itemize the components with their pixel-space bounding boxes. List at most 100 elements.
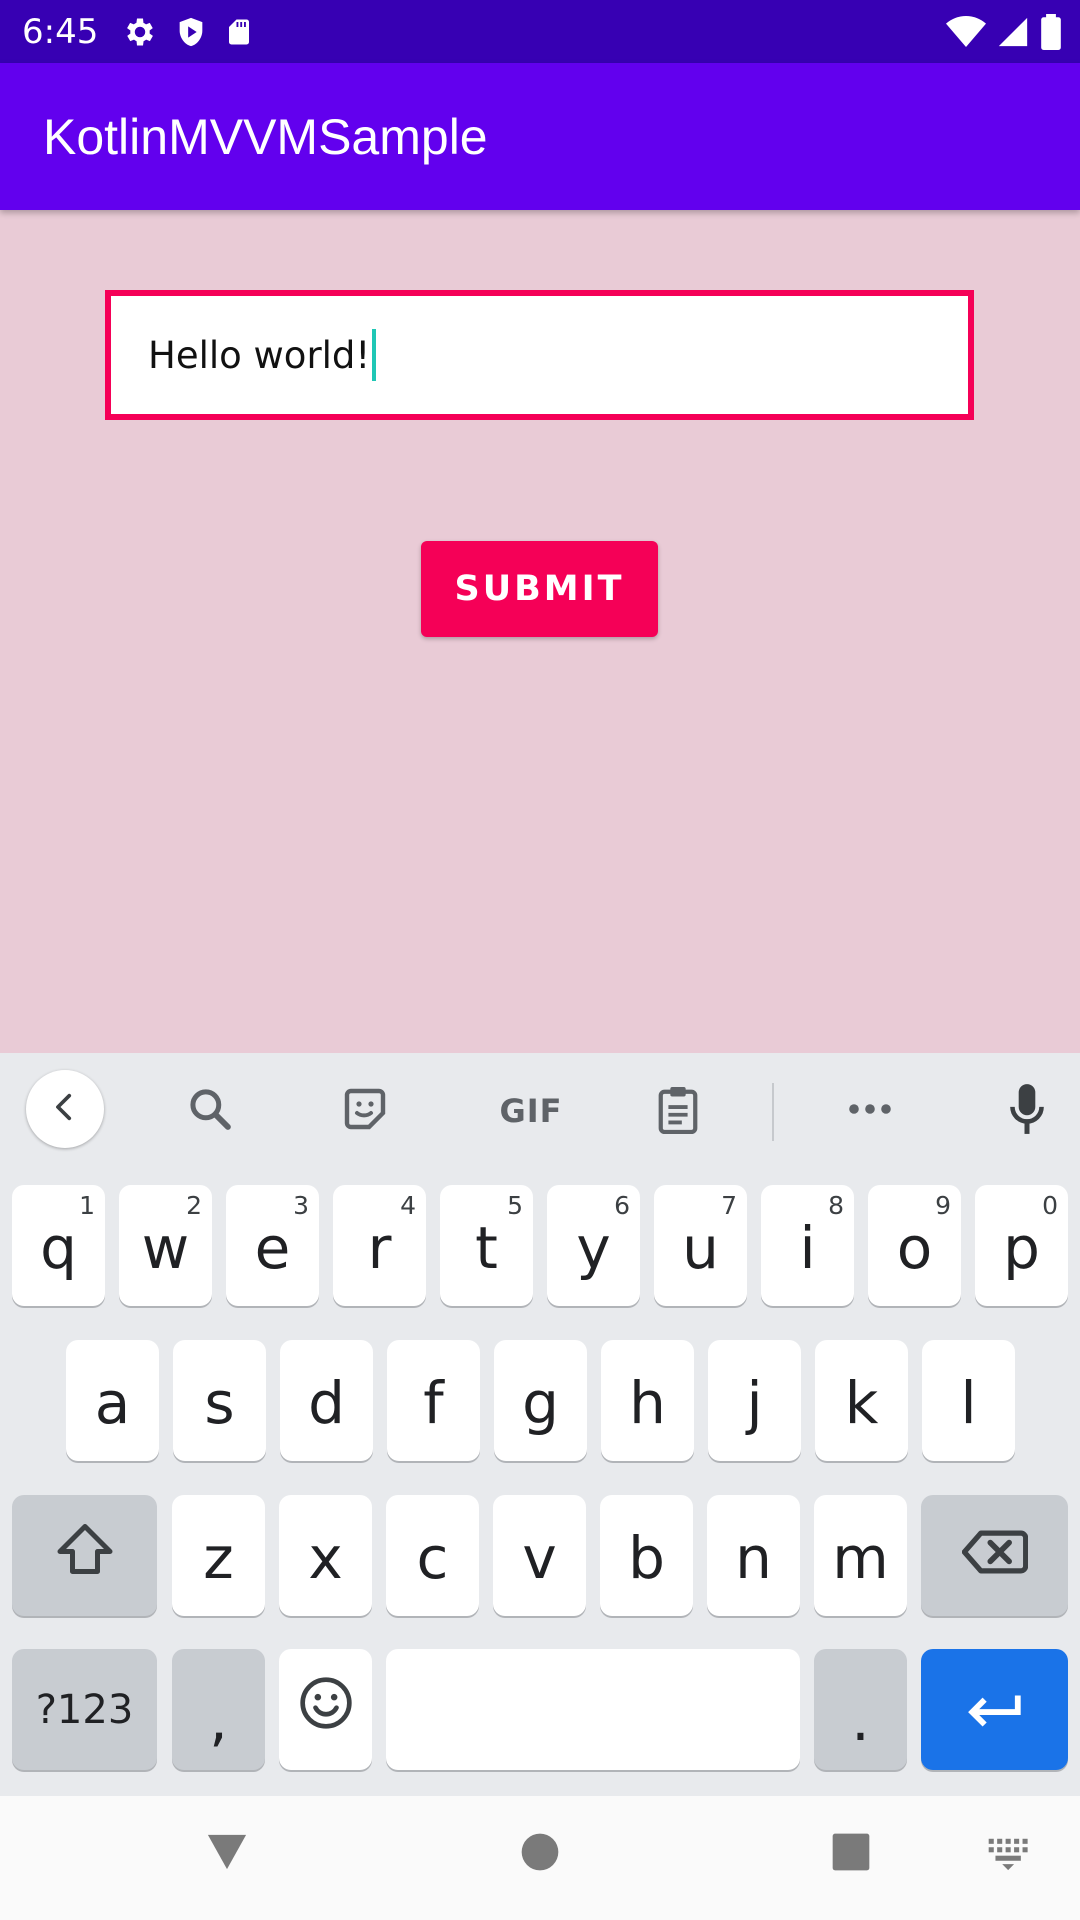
key-n[interactable]: n (707, 1495, 800, 1616)
key-letter: m (832, 1523, 889, 1592)
key-q[interactable]: q1 (12, 1185, 105, 1306)
keyboard-switch-button[interactable] (976, 1834, 1042, 1878)
back-icon (204, 1831, 250, 1878)
status-icons-right (946, 0, 1062, 63)
key-letter: h (629, 1368, 666, 1437)
key-y[interactable]: y6 (547, 1185, 640, 1306)
key-b[interactable]: b (600, 1495, 693, 1616)
key-letter: o (896, 1213, 933, 1282)
key-i[interactable]: i8 (761, 1185, 854, 1306)
keyboard-more-button[interactable] (832, 1073, 908, 1149)
key-letter: n (735, 1523, 772, 1592)
chevron-left-icon (48, 1090, 82, 1129)
key-h[interactable]: h (601, 1340, 694, 1461)
nav-back-button[interactable] (192, 1824, 262, 1884)
shift-icon (55, 1521, 115, 1591)
key-v[interactable]: v (493, 1495, 586, 1616)
key-letter: e (254, 1213, 291, 1282)
nav-bar (0, 1796, 1080, 1920)
comma-key[interactable]: , (172, 1649, 265, 1770)
soft-keyboard: GIF q1w2e3r4t5y6u7i8o9p0 asdfghjk l z x … (0, 1053, 1080, 1796)
screen: 6:45 KotlinMVVMSample Hello world! SUBMI… (0, 0, 1080, 1920)
key-hint: 8 (828, 1191, 844, 1220)
key-letter: l (960, 1368, 977, 1437)
keyboard-clipboard-button[interactable] (640, 1073, 716, 1149)
symbols-key[interactable]: ?123 (12, 1649, 157, 1770)
key-d[interactable]: d (280, 1340, 373, 1461)
key-t[interactable]: t5 (440, 1185, 533, 1306)
key-hint: 0 (1042, 1191, 1058, 1220)
keyboard-toolbar: GIF (0, 1053, 1080, 1168)
key-hint: 4 (400, 1191, 416, 1220)
clipboard-icon (655, 1084, 701, 1139)
nav-home-button[interactable] (505, 1824, 575, 1884)
key-c[interactable]: c (386, 1495, 479, 1616)
mic-icon (1005, 1082, 1049, 1141)
keyboard-toolbar-divider (772, 1083, 774, 1141)
nav-recents-button[interactable] (816, 1824, 886, 1884)
cell-signal-icon (996, 15, 1030, 49)
key-letter: c (416, 1523, 449, 1592)
key-f[interactable]: f (387, 1340, 480, 1461)
key-s[interactable]: s (173, 1340, 266, 1461)
period-key[interactable]: . (814, 1649, 907, 1770)
key-letter: a (94, 1368, 131, 1437)
key-u[interactable]: u7 (654, 1185, 747, 1306)
more-icon (846, 1099, 894, 1124)
key-g[interactable]: g (494, 1340, 587, 1461)
search-icon (185, 1084, 235, 1139)
gif-icon: GIF (499, 1092, 563, 1130)
key-letter: i (799, 1213, 816, 1282)
key-j[interactable]: j (708, 1340, 801, 1461)
home-icon (520, 1832, 560, 1877)
key-z[interactable]: z (172, 1495, 265, 1616)
key-letter: f (423, 1368, 444, 1437)
keyboard-gif-button[interactable]: GIF (481, 1073, 581, 1149)
key-k[interactable]: k (815, 1340, 908, 1461)
key-letter: g (522, 1368, 559, 1437)
key-hint: 1 (79, 1191, 95, 1220)
text-input-box[interactable]: Hello world! (105, 290, 974, 420)
key-p[interactable]: p0 (975, 1185, 1068, 1306)
space-key[interactable] (386, 1649, 800, 1770)
keyboard-search-button[interactable] (172, 1073, 248, 1149)
status-bar: 6:45 (0, 0, 1080, 63)
key-e[interactable]: e3 (226, 1185, 319, 1306)
keyboard-switch-icon (987, 1837, 1031, 1876)
keyboard-voice-button[interactable] (989, 1073, 1065, 1149)
key-letter: k (844, 1368, 879, 1437)
key-w[interactable]: w2 (119, 1185, 212, 1306)
key-letter: r (367, 1213, 392, 1282)
keyboard-sticker-button[interactable] (327, 1073, 403, 1149)
key-o[interactable]: o9 (868, 1185, 961, 1306)
key-hint: 5 (507, 1191, 523, 1220)
period-key-label: . (851, 1685, 870, 1754)
key-hint: 7 (721, 1191, 737, 1220)
emoji-key[interactable] (279, 1649, 372, 1770)
key-r[interactable]: r4 (333, 1185, 426, 1306)
key-letter: j (746, 1368, 763, 1437)
key-l[interactable]: l (922, 1340, 1015, 1461)
key-x[interactable]: x (279, 1495, 372, 1616)
key-letter: q (40, 1213, 77, 1282)
key-letter: z (203, 1523, 234, 1592)
key-letter: s (204, 1368, 235, 1437)
shift-key[interactable] (12, 1495, 157, 1616)
status-icons-left (122, 14, 254, 50)
key-letter: t (475, 1213, 498, 1282)
key-hint: 3 (293, 1191, 309, 1220)
settings-icon (122, 14, 158, 50)
key-hint: 2 (186, 1191, 202, 1220)
key-hint: 6 (614, 1191, 630, 1220)
key-m[interactable]: m (814, 1495, 907, 1616)
app-title: KotlinMVVMSample (43, 108, 488, 165)
key-a[interactable]: a (66, 1340, 159, 1461)
enter-icon (966, 1676, 1024, 1744)
status-time: 6:45 (22, 11, 99, 52)
text-input[interactable]: Hello world! (111, 296, 968, 414)
enter-key[interactable] (921, 1649, 1068, 1770)
submit-button[interactable]: SUBMIT (421, 541, 658, 637)
keyboard-collapse-button[interactable] (26, 1070, 104, 1148)
text-input-value: Hello world! (148, 333, 371, 377)
backspace-key[interactable] (921, 1495, 1068, 1616)
